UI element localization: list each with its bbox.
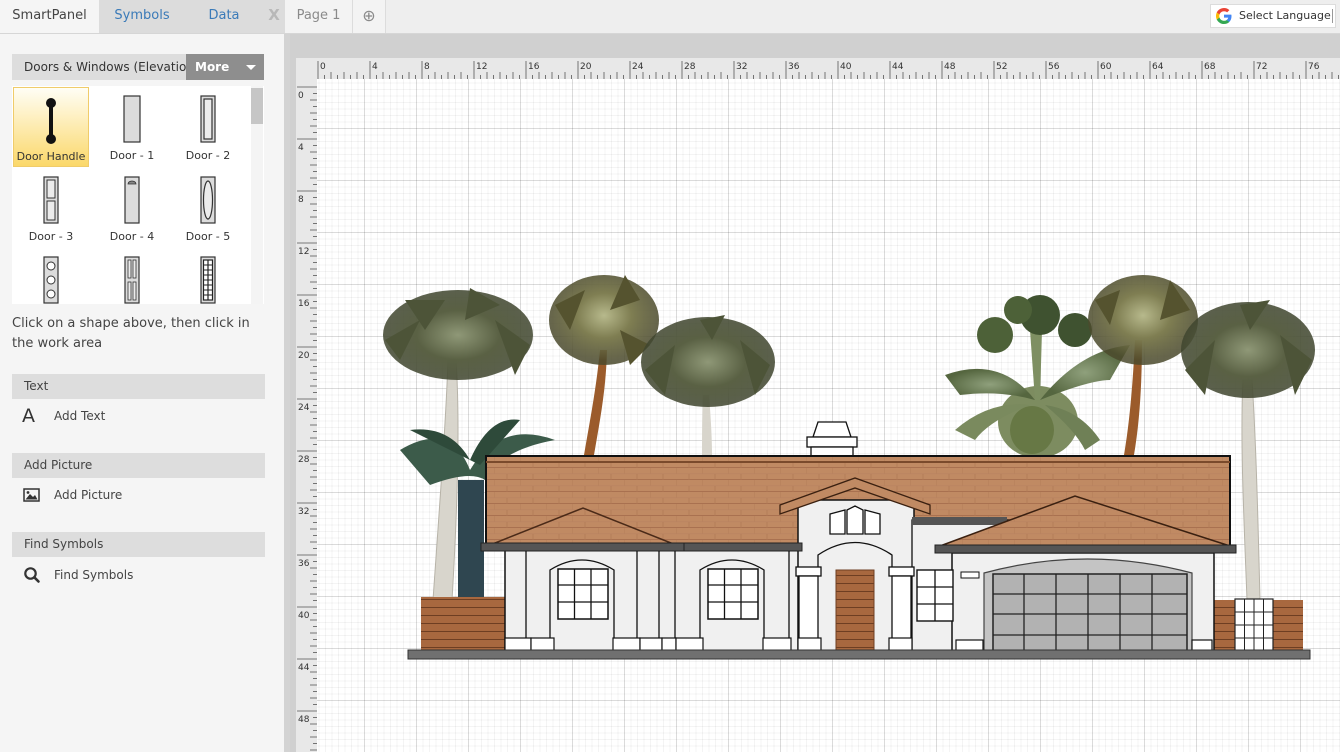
shape-label: Door Handle <box>16 150 86 163</box>
shape-label: Door - 1 <box>109 149 155 162</box>
tab-data[interactable]: Data <box>185 0 263 33</box>
door-3-icon <box>43 176 59 224</box>
tab-symbols[interactable]: Symbols <box>99 0 185 33</box>
shape-door-7[interactable] <box>94 248 170 304</box>
add-text-button[interactable]: A Add Text <box>22 404 262 428</box>
divider <box>1332 9 1333 23</box>
door-portholes-icon <box>43 256 59 304</box>
ruler-label: 68 <box>1204 62 1216 72</box>
horizontal-ruler-ticks: 0 4 8 12 16 20 24 28 32 36 40 44 48 52 56 60 64 68 72 76 <box>317 61 1339 79</box>
add-text-label: Add Text <box>54 409 106 423</box>
shape-library-scrollbar[interactable] <box>251 86 263 304</box>
shape-door-3[interactable]: Door - 3 <box>13 168 89 248</box>
library-header: Doors & Windows (Elevation) More <box>12 54 264 80</box>
ruler-label: 28 <box>684 62 696 72</box>
ruler-label: 4 <box>372 62 378 72</box>
ruler-label: 32 <box>736 62 747 72</box>
ruler-label: 76 <box>1308 62 1320 72</box>
canvas-grid[interactable] <box>317 79 1340 752</box>
ruler-label: 72 <box>1256 62 1267 72</box>
hint-text: Click on a shape above, then click in th… <box>12 316 250 351</box>
close-panel-button[interactable]: X <box>263 0 285 33</box>
top-bar: SmartPanel Symbols Data X Page 1 ⊕ Selec… <box>0 0 1340 34</box>
ruler-label: 36 <box>788 62 800 72</box>
ruler-label: 16 <box>528 62 540 72</box>
door-grid-icon <box>200 256 216 304</box>
tab-smartpanel[interactable]: SmartPanel <box>0 0 99 33</box>
more-libraries-button[interactable]: More <box>186 54 264 80</box>
horizontal-ruler: 0 4 8 12 16 20 24 28 32 36 40 44 48 52 56 60 64 68 72 76 <box>296 58 1340 79</box>
select-language-button[interactable]: Select Language <box>1210 4 1336 28</box>
shape-door-handle[interactable]: Door Handle <box>13 87 89 167</box>
vertical-ruler-ticks: 04812162024283236404448 <box>297 86 317 751</box>
door-handle-icon <box>46 98 56 144</box>
ruler-label: 40 <box>840 62 852 72</box>
shape-label: Door - 5 <box>185 230 231 243</box>
ruler-label: 12 <box>476 62 487 72</box>
section-header-add-picture: Add Picture <box>12 453 265 478</box>
more-label: More <box>195 60 230 74</box>
door-4-icon <box>124 176 140 224</box>
ruler-label: 32 <box>298 507 309 517</box>
scrollbar-thumb[interactable] <box>251 88 263 124</box>
find-symbols-label: Find Symbols <box>54 568 134 582</box>
add-page-button[interactable]: ⊕ <box>353 0 386 33</box>
picture-icon <box>23 488 40 502</box>
ruler-label: 4 <box>298 143 304 153</box>
shape-door-1[interactable]: Door - 1 <box>94 87 170 167</box>
ruler-label: 52 <box>996 62 1007 72</box>
letter-a-icon: A <box>22 405 35 427</box>
smart-panel: Doors & Windows (Elevation) More Door Ha… <box>0 34 285 752</box>
door-5-icon <box>200 176 216 224</box>
ruler-label: 60 <box>1100 62 1112 72</box>
plus-circle-icon: ⊕ <box>362 6 376 25</box>
shape-door-5[interactable]: Door - 5 <box>170 168 246 248</box>
vertical-ruler: 0 4 8 12 16 20 24 28 32 36 40 44 48 <box>296 79 317 752</box>
add-picture-button[interactable]: Add Picture <box>22 483 262 507</box>
shape-door-2[interactable]: Door - 2 <box>170 87 246 167</box>
ruler-label: 12 <box>298 247 309 257</box>
ruler-label: 0 <box>298 91 304 101</box>
tab-page-1[interactable]: Page 1 <box>285 0 353 33</box>
select-language-label: Select Language <box>1239 9 1331 22</box>
shape-door-6[interactable] <box>13 248 89 304</box>
shape-door-4[interactable]: Door - 4 <box>94 168 170 248</box>
ruler-label: 44 <box>298 663 310 673</box>
ruler-label: 16 <box>298 299 310 309</box>
ruler-label: 48 <box>944 62 956 72</box>
find-symbols-button[interactable]: Find Symbols <box>22 563 262 587</box>
shape-label: Door - 3 <box>28 230 74 243</box>
ruler-label: 36 <box>298 559 310 569</box>
google-g-icon <box>1216 8 1232 24</box>
door-1-icon <box>123 95 141 143</box>
ruler-label: 24 <box>298 403 310 413</box>
door-panels-icon <box>124 256 140 304</box>
app-window: SmartPanel Symbols Data X Page 1 ⊕ Selec… <box>0 0 1340 752</box>
door-2-icon <box>200 95 216 143</box>
ruler-label: 40 <box>298 611 310 621</box>
ruler-label: 28 <box>298 455 310 465</box>
shape-label: Door - 2 <box>185 149 231 162</box>
ruler-label: 20 <box>580 62 592 72</box>
ruler-label: 64 <box>1152 62 1164 72</box>
ruler-label: 44 <box>892 62 904 72</box>
magnifier-icon <box>24 567 40 583</box>
ruler-label: 20 <box>298 351 310 361</box>
ruler-label: 8 <box>424 62 430 72</box>
shape-door-8[interactable] <box>170 248 246 304</box>
shape-library-grid: Door Handle Door - 1 Door - 2 Door - 3 D… <box>12 86 264 304</box>
section-header-find-symbols: Find Symbols <box>12 532 265 557</box>
caret-down-icon <box>246 65 256 70</box>
library-title: Doors & Windows (Elevation) <box>24 60 199 74</box>
ruler-label: 48 <box>298 715 310 725</box>
shape-label: Door - 4 <box>109 230 155 243</box>
ruler-label: 0 <box>320 62 326 72</box>
ruler-label: 24 <box>632 62 644 72</box>
ruler-label: 56 <box>1048 62 1060 72</box>
section-header-text: Text <box>12 374 265 399</box>
ruler-label: 8 <box>298 195 304 205</box>
add-picture-label: Add Picture <box>54 488 123 502</box>
